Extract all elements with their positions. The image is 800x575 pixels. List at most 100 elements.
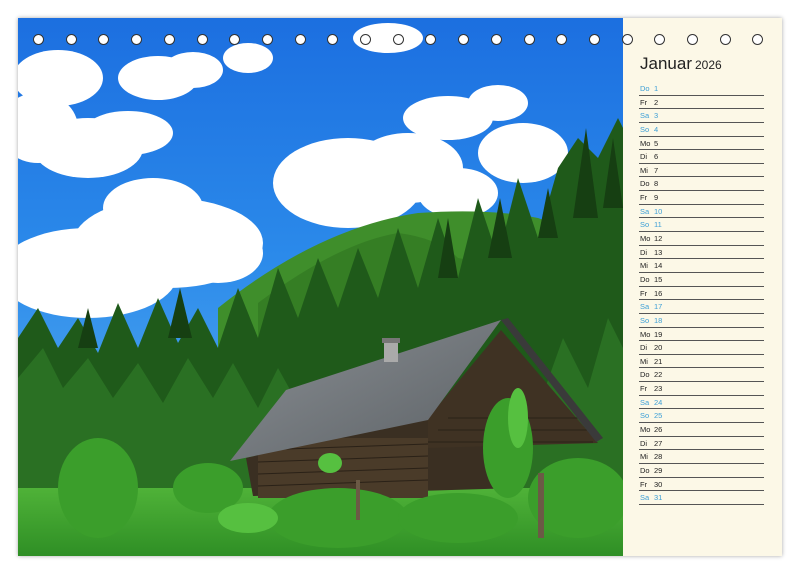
day-number: 6 bbox=[654, 152, 659, 162]
day-abbr: Mo bbox=[640, 425, 651, 435]
day-abbr: Do bbox=[640, 274, 650, 284]
day-row: Do 1 bbox=[639, 82, 764, 96]
day-number: 22 bbox=[654, 370, 663, 380]
day-row: Do 22 bbox=[639, 368, 764, 383]
day-number: 15 bbox=[654, 274, 663, 284]
day-abbr: Di bbox=[640, 247, 648, 257]
day-abbr: Fr bbox=[640, 97, 648, 107]
day-row: Mi 14 bbox=[639, 259, 764, 273]
day-row: Do 29 bbox=[639, 464, 764, 478]
binding-ring bbox=[294, 34, 306, 45]
binding-ring bbox=[360, 34, 371, 45]
binding-ring bbox=[131, 34, 143, 45]
year-label: 2026 bbox=[694, 58, 722, 72]
day-abbr: So bbox=[640, 124, 650, 134]
day-number: 9 bbox=[654, 193, 659, 203]
day-abbr: Mo bbox=[640, 138, 651, 148]
day-row: Mo 5 bbox=[639, 137, 764, 151]
hut-forest-illustration bbox=[18, 18, 623, 556]
day-row: Fr 16 bbox=[639, 287, 764, 301]
day-row: So 25 bbox=[639, 409, 764, 424]
day-number: 7 bbox=[654, 165, 659, 175]
day-abbr: Do bbox=[640, 84, 650, 93]
day-row: Fr 9 bbox=[639, 191, 764, 205]
landscape-photo bbox=[18, 18, 623, 556]
day-abbr: Fr bbox=[640, 479, 648, 489]
day-abbr: Fr bbox=[640, 288, 648, 298]
day-row: Sa 24 bbox=[639, 396, 764, 410]
binding-ring bbox=[261, 34, 273, 45]
day-number: 20 bbox=[654, 343, 663, 353]
day-number: 27 bbox=[654, 438, 663, 448]
binding-ring bbox=[523, 34, 535, 45]
binding-ring bbox=[588, 34, 600, 45]
day-abbr: Mi bbox=[640, 452, 648, 462]
day-abbr: Fr bbox=[640, 193, 648, 203]
day-number: 5 bbox=[654, 138, 659, 148]
day-row: Sa 3 bbox=[639, 109, 764, 123]
binding-ring bbox=[98, 34, 110, 45]
day-number: 11 bbox=[654, 220, 662, 230]
day-row: Sa 17 bbox=[639, 300, 764, 314]
month-name: Januar bbox=[640, 54, 692, 73]
day-list: Do 1 Fr 2 Sa 3 So 4 Mo 5 Di 6 Mi 7 Do 8 Fr 9 Sa 10 So 11 Mo 12 D… bbox=[639, 82, 764, 505]
day-abbr: Di bbox=[640, 438, 648, 448]
binding-ring bbox=[425, 34, 437, 45]
day-abbr: Mi bbox=[640, 356, 648, 366]
day-number: 4 bbox=[654, 124, 659, 134]
day-row: So 4 bbox=[639, 123, 764, 137]
day-row: Mi 28 bbox=[639, 450, 764, 464]
binding-ring bbox=[719, 34, 731, 45]
day-abbr: Mi bbox=[640, 261, 648, 271]
binding-ring bbox=[556, 34, 568, 45]
binding-ring bbox=[33, 34, 44, 45]
day-number: 24 bbox=[654, 397, 663, 407]
day-number: 1 bbox=[654, 84, 659, 93]
day-abbr: Sa bbox=[640, 302, 650, 312]
day-number: 17 bbox=[654, 302, 663, 312]
day-number: 19 bbox=[654, 329, 663, 339]
day-row: Do 15 bbox=[639, 273, 764, 287]
day-number: 29 bbox=[654, 465, 663, 475]
day-number: 18 bbox=[654, 315, 663, 325]
binding-ring bbox=[163, 34, 175, 45]
day-row: Mi 21 bbox=[639, 355, 764, 369]
day-row: Di 27 bbox=[639, 437, 764, 451]
day-number: 14 bbox=[654, 261, 663, 271]
binding-ring bbox=[621, 34, 633, 45]
day-number: 12 bbox=[654, 234, 663, 244]
binding-ring bbox=[654, 34, 666, 45]
day-row: Di 6 bbox=[639, 150, 764, 164]
day-row: Sa 10 bbox=[639, 205, 764, 219]
day-number: 3 bbox=[654, 111, 659, 121]
binding-ring bbox=[458, 34, 470, 45]
day-abbr: Di bbox=[640, 343, 648, 353]
binding-ring bbox=[327, 34, 339, 45]
day-row: Do 8 bbox=[639, 177, 764, 192]
day-abbr: Mo bbox=[640, 329, 651, 339]
day-abbr: Mi bbox=[640, 165, 648, 175]
day-row: So 18 bbox=[639, 314, 764, 328]
binding-ring bbox=[196, 34, 208, 45]
day-row: Di 13 bbox=[639, 246, 764, 260]
day-row: Sa 31 bbox=[639, 491, 764, 505]
binding-ring bbox=[490, 34, 502, 45]
day-number: 21 bbox=[654, 356, 663, 366]
day-abbr: Do bbox=[640, 465, 650, 475]
day-number: 30 bbox=[654, 479, 663, 489]
day-row: Mo 26 bbox=[639, 423, 764, 437]
binding-ring bbox=[752, 34, 764, 45]
day-row: Fr 2 bbox=[639, 96, 764, 110]
day-row: Mo 12 bbox=[639, 232, 764, 246]
calendar-panel: Januar 2026 Do 1 Fr 2 Sa 3 So 4 Mo 5 Di 6 Mi 7 Do 8 Fr 9 Sa… bbox=[623, 18, 782, 556]
day-abbr: Do bbox=[640, 370, 650, 380]
day-number: 13 bbox=[654, 247, 663, 257]
day-abbr: So bbox=[640, 220, 650, 230]
day-row: Mi 7 bbox=[639, 164, 764, 178]
day-abbr: Do bbox=[640, 179, 650, 189]
day-abbr: Di bbox=[640, 152, 648, 162]
day-abbr: Sa bbox=[640, 397, 650, 407]
day-number: 23 bbox=[654, 384, 663, 394]
day-abbr: Mo bbox=[640, 234, 651, 244]
day-row: So 11 bbox=[639, 218, 764, 233]
